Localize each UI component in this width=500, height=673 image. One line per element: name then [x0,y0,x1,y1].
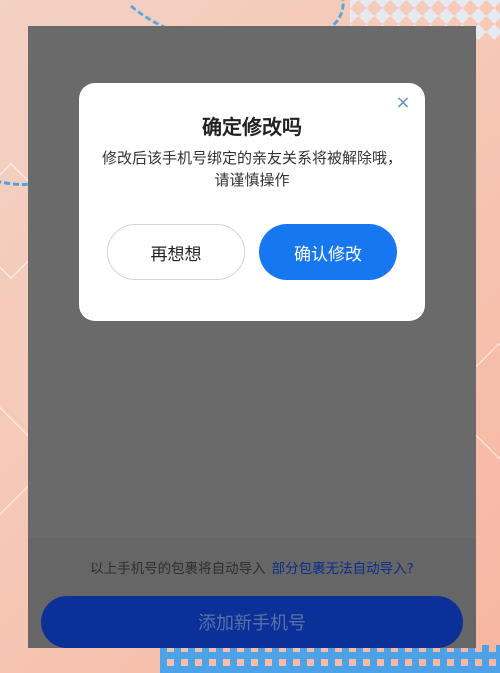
background-scene: 以上手机号的包裹将自动导入 部分包裹无法自动导入? 添加新手机号 × 确定修改吗 … [0,0,500,673]
decorative-checker-bottom [160,645,500,673]
add-phone-button[interactable]: 添加新手机号 [41,596,463,648]
close-icon[interactable]: × [393,93,413,113]
cancel-button[interactable]: 再想想 [107,224,245,280]
dialog-title: 确定修改吗 [202,115,302,139]
import-hint: 以上手机号的包裹将自动导入 部分包裹无法自动导入? [28,557,476,577]
dialog-message: 修改后该手机号绑定的亲友关系将被解除哦，请谨慎操作 [101,149,402,189]
import-help-link[interactable]: 部分包裹无法自动导入? [272,561,414,577]
import-hint-text: 以上手机号的包裹将自动导入 [90,561,266,577]
confirm-button[interactable]: 确认修改 [259,224,397,280]
confirm-dialog: × 确定修改吗 修改后该手机号绑定的亲友关系将被解除哦，请谨慎操作 再想想 确认… [79,83,425,321]
